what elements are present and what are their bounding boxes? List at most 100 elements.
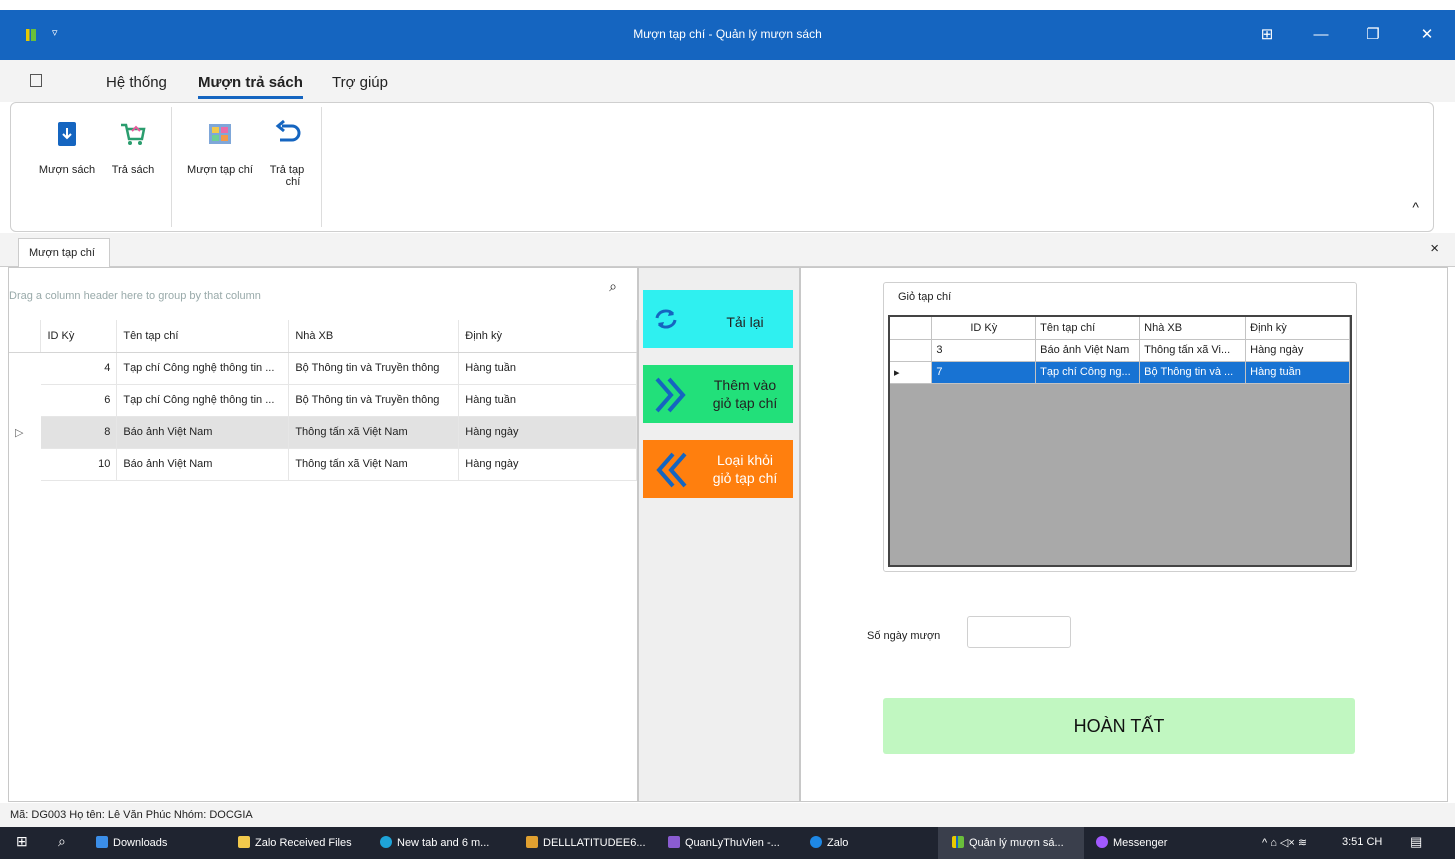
table-row[interactable]: ▸ 7 Tạp chí Công ng... Bộ Thông tin và .… — [890, 361, 1350, 384]
cell-nxb[interactable]: Bộ Thông tin và Truyền thông — [288, 384, 460, 417]
cart-cell-dinhky[interactable]: Hàng ngày — [1245, 339, 1350, 362]
taskbar-label: Quản lý mượn sá... — [969, 837, 1064, 849]
table-row[interactable]: 6 Tạp chí Công nghệ thông tin ... Bộ Thô… — [9, 384, 637, 417]
column-header-dinhky[interactable]: Định kỳ — [458, 320, 637, 353]
visual-studio-icon — [668, 836, 680, 848]
ribbon-display-icon[interactable]: ⊞ — [1252, 22, 1282, 48]
cart-cell-nxb[interactable]: Bộ Thông tin và ... — [1139, 361, 1247, 384]
undo-arrow-icon — [275, 119, 301, 142]
taskbar-label: Zalo Received Files — [255, 837, 352, 849]
search-taskbar-icon[interactable]: ⌕ — [58, 833, 66, 850]
cart-cell-nxb[interactable]: Thông tấn xã Vi... — [1139, 339, 1247, 362]
cell-nxb[interactable]: Bộ Thông tin và Truyền thông — [288, 352, 460, 385]
cell-id[interactable]: 8 — [40, 416, 118, 449]
taskbar-item-app[interactable]: Quản lý mượn sá... — [952, 836, 1064, 849]
ribbon-collapse-icon[interactable]: ^ — [1412, 199, 1419, 215]
tab-he-thong[interactable]: Hệ thống — [106, 74, 167, 91]
taskbar-item-downloads[interactable]: Downloads — [96, 836, 167, 849]
cart-column-header-nxb[interactable]: Nhà XB — [1139, 317, 1247, 340]
add-label-1: Thêm vào — [713, 377, 777, 393]
tra-tap-chi-label-2: chí — [285, 176, 301, 188]
column-header-ten[interactable]: Tên tạp chí — [116, 320, 290, 353]
cell-dinhky[interactable]: Hàng ngày — [458, 416, 637, 449]
muon-sach-button[interactable]: Mượn sách — [33, 113, 101, 176]
cart-groupbox: Giỏ tạp chí ID Kỳ Tên tạp chí Nhà XB Địn… — [883, 282, 1357, 572]
messenger-icon — [1096, 836, 1108, 848]
finish-button[interactable]: HOÀN TẤT — [883, 698, 1355, 754]
taskbar: ⊞ ⌕ Downloads Zalo Received Files New ta… — [0, 827, 1455, 859]
notification-icon[interactable]: ▤ — [1410, 834, 1422, 850]
table-row[interactable]: ▷ 8 Báo ảnh Việt Nam Thông tấn xã Việt N… — [9, 416, 637, 449]
cell-dinhky[interactable]: Hàng tuần — [458, 352, 637, 385]
taskbar-item-dell[interactable]: DELLLATITUDEE6... — [526, 836, 646, 849]
table-row[interactable]: 3 Báo ảnh Việt Nam Thông tấn xã Vi... Hà… — [890, 339, 1350, 362]
taskbar-item-zalo-files[interactable]: Zalo Received Files — [238, 836, 352, 849]
refresh-icon — [655, 309, 677, 329]
cart-column-header-dinhky[interactable]: Định kỳ — [1245, 317, 1350, 340]
tab-muon-tra-sach[interactable]: Mượn trả sách — [198, 74, 303, 99]
cart-icon — [121, 123, 146, 145]
cell-ten[interactable]: Báo ảnh Việt Nam — [116, 416, 290, 449]
cell-id[interactable]: 10 — [40, 448, 118, 481]
cell-nxb[interactable]: Thông tấn xã Việt Nam — [288, 448, 460, 481]
window-title: Mượn tạp chí - Quản lý mượn sách — [633, 27, 822, 41]
column-header-id[interactable]: ID Kỳ — [40, 320, 118, 353]
taskbar-item-zalo[interactable]: Zalo — [810, 836, 848, 849]
days-label: Số ngày mượn — [867, 630, 941, 642]
app-menu-icon[interactable] — [30, 74, 42, 87]
taskbar-item-edge[interactable]: New tab and 6 m... — [380, 836, 489, 849]
cell-id[interactable]: 4 — [40, 352, 118, 385]
document-close-icon[interactable]: × — [1430, 240, 1439, 257]
download-book-icon — [58, 122, 76, 146]
remove-label-2: giỏ tạp chí — [712, 470, 778, 486]
days-input[interactable] — [967, 616, 1071, 648]
remove-from-cart-button[interactable]: Loại khỏi giỏ tạp chí — [643, 440, 793, 498]
taskbar-item-messenger[interactable]: Messenger — [1096, 836, 1167, 849]
reload-button[interactable]: Tải lại — [643, 290, 793, 348]
cart-cell-ten[interactable]: Tạp chí Công ng... — [1035, 361, 1141, 384]
ribbon-panel: Mượn sách Trả sách Mượn tạp chí Trả tạp … — [10, 102, 1434, 232]
search-icon[interactable]: ⌕ — [609, 278, 617, 295]
magazine-icon — [209, 124, 231, 144]
document-tab-bar: Mượn tạp chí × — [0, 233, 1455, 267]
sql-icon — [526, 836, 538, 848]
cart-cell-id[interactable]: 3 — [931, 339, 1037, 362]
close-icon[interactable]: ✕ — [1412, 22, 1442, 48]
cell-ten[interactable]: Tạp chí Công nghệ thông tin ... — [116, 352, 290, 385]
row-selected-indicator-icon: ▷ — [9, 416, 41, 448]
table-row[interactable]: 4 Tạp chí Công nghệ thông tin ... Bộ Thô… — [9, 352, 637, 385]
cart-column-header-id[interactable]: ID Kỳ — [931, 317, 1037, 340]
cart-cell-dinhky[interactable]: Hàng tuần — [1245, 361, 1350, 384]
tra-tap-chi-label-1: Trả tạp — [269, 164, 305, 176]
taskbar-item-visual-studio[interactable]: QuanLyThuVien -... — [668, 836, 780, 849]
column-header-nxb[interactable]: Nhà XB — [288, 320, 460, 353]
muon-tap-chi-button[interactable]: Mượn tạp chí — [183, 113, 257, 176]
cell-dinhky[interactable]: Hàng ngày — [458, 448, 637, 481]
cell-nxb[interactable]: Thông tấn xã Việt Nam — [288, 416, 460, 449]
minimize-icon[interactable]: — — [1306, 22, 1336, 48]
tra-tap-chi-button[interactable]: Trả tạp chí — [261, 113, 313, 188]
cell-ten[interactable]: Tạp chí Công nghệ thông tin ... — [116, 384, 290, 417]
cart-cell-ten[interactable]: Báo ảnh Việt Nam — [1035, 339, 1141, 362]
restore-icon[interactable]: ❐ — [1358, 22, 1388, 48]
tra-sach-label: Trả sách — [111, 164, 155, 176]
ribbon-group-separator — [171, 107, 172, 227]
cell-dinhky[interactable]: Hàng tuần — [458, 384, 637, 417]
cart-indicator-header — [890, 317, 933, 340]
cart-cell-id[interactable]: 7 — [931, 361, 1037, 384]
muon-sach-label: Mượn sách — [38, 164, 96, 176]
add-to-cart-button[interactable]: Thêm vào giỏ tạp chí — [643, 365, 793, 423]
table-row[interactable]: 10 Báo ảnh Việt Nam Thông tấn xã Việt Na… — [9, 448, 637, 481]
taskbar-clock[interactable]: 3:51 CH — [1342, 836, 1382, 848]
cell-ten[interactable]: Báo ảnh Việt Nam — [116, 448, 290, 481]
cell-id[interactable]: 6 — [40, 384, 118, 417]
grid-header-row: ID Kỳ Tên tạp chí Nhà XB Định kỳ — [9, 320, 637, 353]
taskbar-label: DELLLATITUDEE6... — [543, 837, 646, 849]
document-tab[interactable]: Mượn tạp chí — [18, 238, 110, 267]
windows-start-icon[interactable]: ⊞ — [16, 833, 28, 850]
tab-tro-giup[interactable]: Trợ giúp — [332, 74, 388, 91]
tra-sach-button[interactable]: Trả sách — [105, 113, 161, 176]
folder-icon — [238, 836, 250, 848]
system-tray-icons[interactable]: ^ ⌂ ◁× ≋ — [1262, 836, 1307, 849]
cart-column-header-ten[interactable]: Tên tạp chí — [1035, 317, 1141, 340]
